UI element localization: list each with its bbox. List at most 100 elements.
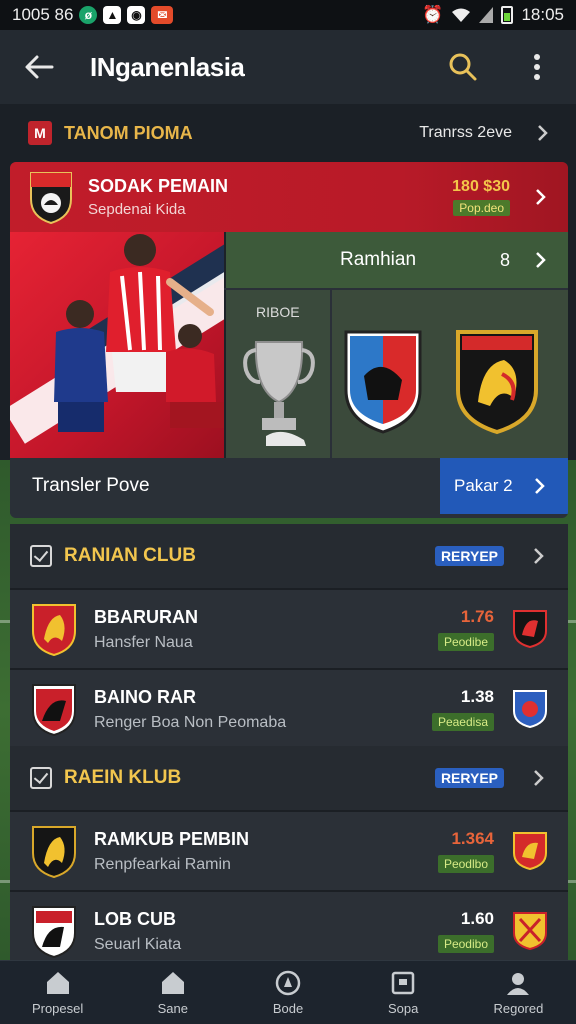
status-time-left: 1005 86	[12, 5, 74, 24]
list-item-subtitle: Renger Boa Non Peomaba	[94, 713, 287, 731]
tournament-link[interactable]: Tranrss 2eve	[419, 124, 512, 142]
bottom-nav: Propesel Sane Bode Sopa Regored	[0, 960, 576, 1024]
home-icon	[161, 972, 184, 994]
list-item-pill: Peodibo	[437, 935, 494, 953]
transfer-bar[interactable]: Transler Pove Pakar 2	[10, 458, 568, 514]
featured-card: SODAK PEMAIN Sepdenai Kida 180 $30 Pop.d…	[10, 162, 568, 518]
list-item-name: RAMKUB PEMBIN	[94, 828, 249, 849]
ramhian-bar[interactable]: Ramhian 8	[224, 232, 568, 288]
hero-players-image	[10, 232, 224, 458]
main-content: M TANOM PIOMA Tranrss 2eve SODAK PEMAIN …	[0, 104, 576, 970]
box-icon	[391, 971, 415, 995]
club-section-title: RAEIN KLUB	[64, 767, 182, 788]
featured-pill: Pop.deo	[453, 199, 510, 216]
nav-item-sopa[interactable]: Sopa	[346, 961, 461, 1024]
list-item-pill: Peodibe	[437, 633, 494, 651]
section-badge: RERYEP	[434, 768, 504, 788]
checkbox-icon[interactable]	[30, 545, 52, 567]
more-options-icon[interactable]	[520, 50, 554, 84]
list-item[interactable]: LOB CUB Seuarl Kiata 1.60 Peodibo	[10, 890, 568, 970]
profile-icon	[507, 973, 530, 995]
club-section-ranian: RANIAN CLUB RERYEP BBARURAN Hansfer Naua…	[10, 524, 568, 748]
list-item-subtitle: Seuarl Kiata	[94, 935, 182, 953]
nav-item-sane[interactable]: Sane	[115, 961, 230, 1024]
chevron-right-icon[interactable]	[530, 187, 550, 207]
list-item[interactable]: BBARURAN Hansfer Naua 1.76 Peodibe	[10, 588, 568, 668]
back-arrow-icon[interactable]	[22, 50, 56, 84]
chevron-right-icon	[529, 476, 549, 496]
list-item-name: BAINO RAR	[94, 686, 196, 707]
chevron-right-icon[interactable]	[528, 546, 548, 566]
list-item-pill: Peodlbo	[437, 855, 494, 873]
signal-icon	[479, 7, 494, 23]
club-section-header[interactable]: RANIAN CLUB RERYEP	[10, 524, 568, 588]
status-time-right: 18:05	[521, 5, 564, 24]
list-item-value: 1.76	[460, 607, 494, 626]
club-crest-icon	[32, 604, 76, 657]
app-header: INganenlasia	[0, 30, 576, 104]
trophy-panel: RIBOE	[224, 290, 330, 458]
nav-item-propesel[interactable]: Propesel	[0, 961, 115, 1024]
list-item-value: 1.60	[460, 909, 494, 928]
featured-score: 180 $30	[452, 177, 510, 195]
nav-label: Propesel	[31, 1001, 84, 1016]
club-mini-crest-icon	[513, 912, 547, 951]
club-crest-icon	[32, 826, 76, 879]
nav-label: Regored	[493, 1001, 544, 1016]
club-mini-crest-icon	[513, 832, 547, 871]
status-bar: 1005 86 ø ▲ ◉ ✉ ⏰ 18:05	[0, 0, 576, 30]
list-item[interactable]: BAINO RAR Renger Boa Non Peomaba 1.38 Pe…	[10, 668, 568, 748]
transfer-label: Transler Pove	[32, 475, 150, 496]
transfer-button[interactable]: Pakar 2	[440, 458, 568, 514]
list-item-pill: Peaedisa	[431, 713, 494, 731]
ramhian-count: 8	[499, 249, 510, 270]
nav-item-regored[interactable]: Regored	[461, 961, 576, 1024]
list-item-value: 1.38	[460, 687, 494, 706]
home-icon	[46, 972, 69, 994]
app-notification-icon: ø	[79, 6, 98, 24]
club-mini-crest-icon	[513, 690, 547, 729]
tournament-row[interactable]: M TANOM PIOMA Tranrss 2eve	[10, 104, 570, 162]
club-crest-icon	[32, 684, 76, 737]
list-item-value: 1.364	[451, 829, 494, 848]
camera-notification-icon: ◉	[127, 6, 146, 24]
transfer-button-label: Pakar 2	[454, 476, 513, 495]
nav-item-bode[interactable]: Bode	[230, 961, 345, 1024]
nav-label: Bode	[272, 1001, 304, 1016]
chevron-right-icon[interactable]	[532, 123, 552, 143]
wifi-icon	[452, 8, 471, 22]
chevron-right-icon[interactable]	[528, 768, 548, 788]
alarm-icon: ⏰	[422, 5, 444, 24]
nav-label: Sopa	[388, 1001, 419, 1016]
list-item-name: BBARURAN	[94, 606, 198, 627]
club-crests-panel	[332, 290, 568, 458]
club-section-raein: RAEIN KLUB RERYEP RAMKUB PEMBIN Renpfear…	[10, 746, 568, 970]
club-crest-black-gold-icon	[456, 330, 538, 435]
club-crest-icon	[32, 906, 76, 959]
nav-label: Sane	[157, 1001, 188, 1016]
checkbox-icon[interactable]	[30, 767, 52, 789]
page-title: INganenlasia	[90, 51, 245, 82]
club-section-title: RANIAN CLUB	[64, 545, 196, 566]
section-badge: RERYEP	[434, 546, 504, 566]
featured-subtitle: Sepdenai Kida	[88, 201, 186, 218]
featured-header[interactable]: SODAK PEMAIN Sepdenai Kida 180 $30 Pop.d…	[10, 162, 568, 232]
club-crest-icon	[30, 172, 72, 225]
list-item[interactable]: RAMKUB PEMBIN Renpfearkai Ramin 1.364 Pe…	[10, 810, 568, 890]
mail-notification-icon: ✉	[151, 6, 174, 24]
tournament-name: TANOM PIOMA	[64, 122, 193, 143]
list-item-subtitle: Renpfearkai Ramin	[94, 855, 231, 873]
club-mini-crest-icon	[513, 610, 547, 649]
chevron-right-icon[interactable]	[530, 250, 550, 270]
ramhian-label: Ramhian	[340, 249, 417, 270]
compass-icon	[275, 970, 301, 996]
battery-icon	[501, 6, 514, 24]
club-section-header[interactable]: RAEIN KLUB RERYEP	[10, 746, 568, 810]
list-item-name: LOB CUB	[94, 908, 176, 929]
search-icon[interactable]	[446, 50, 480, 84]
featured-title: SODAK PEMAIN	[88, 176, 229, 196]
tournament-badge: M	[28, 121, 52, 145]
photo-notification-icon: ▲	[103, 6, 122, 24]
trophy-icon	[243, 341, 315, 446]
list-item-subtitle: Hansfer Naua	[94, 633, 193, 651]
